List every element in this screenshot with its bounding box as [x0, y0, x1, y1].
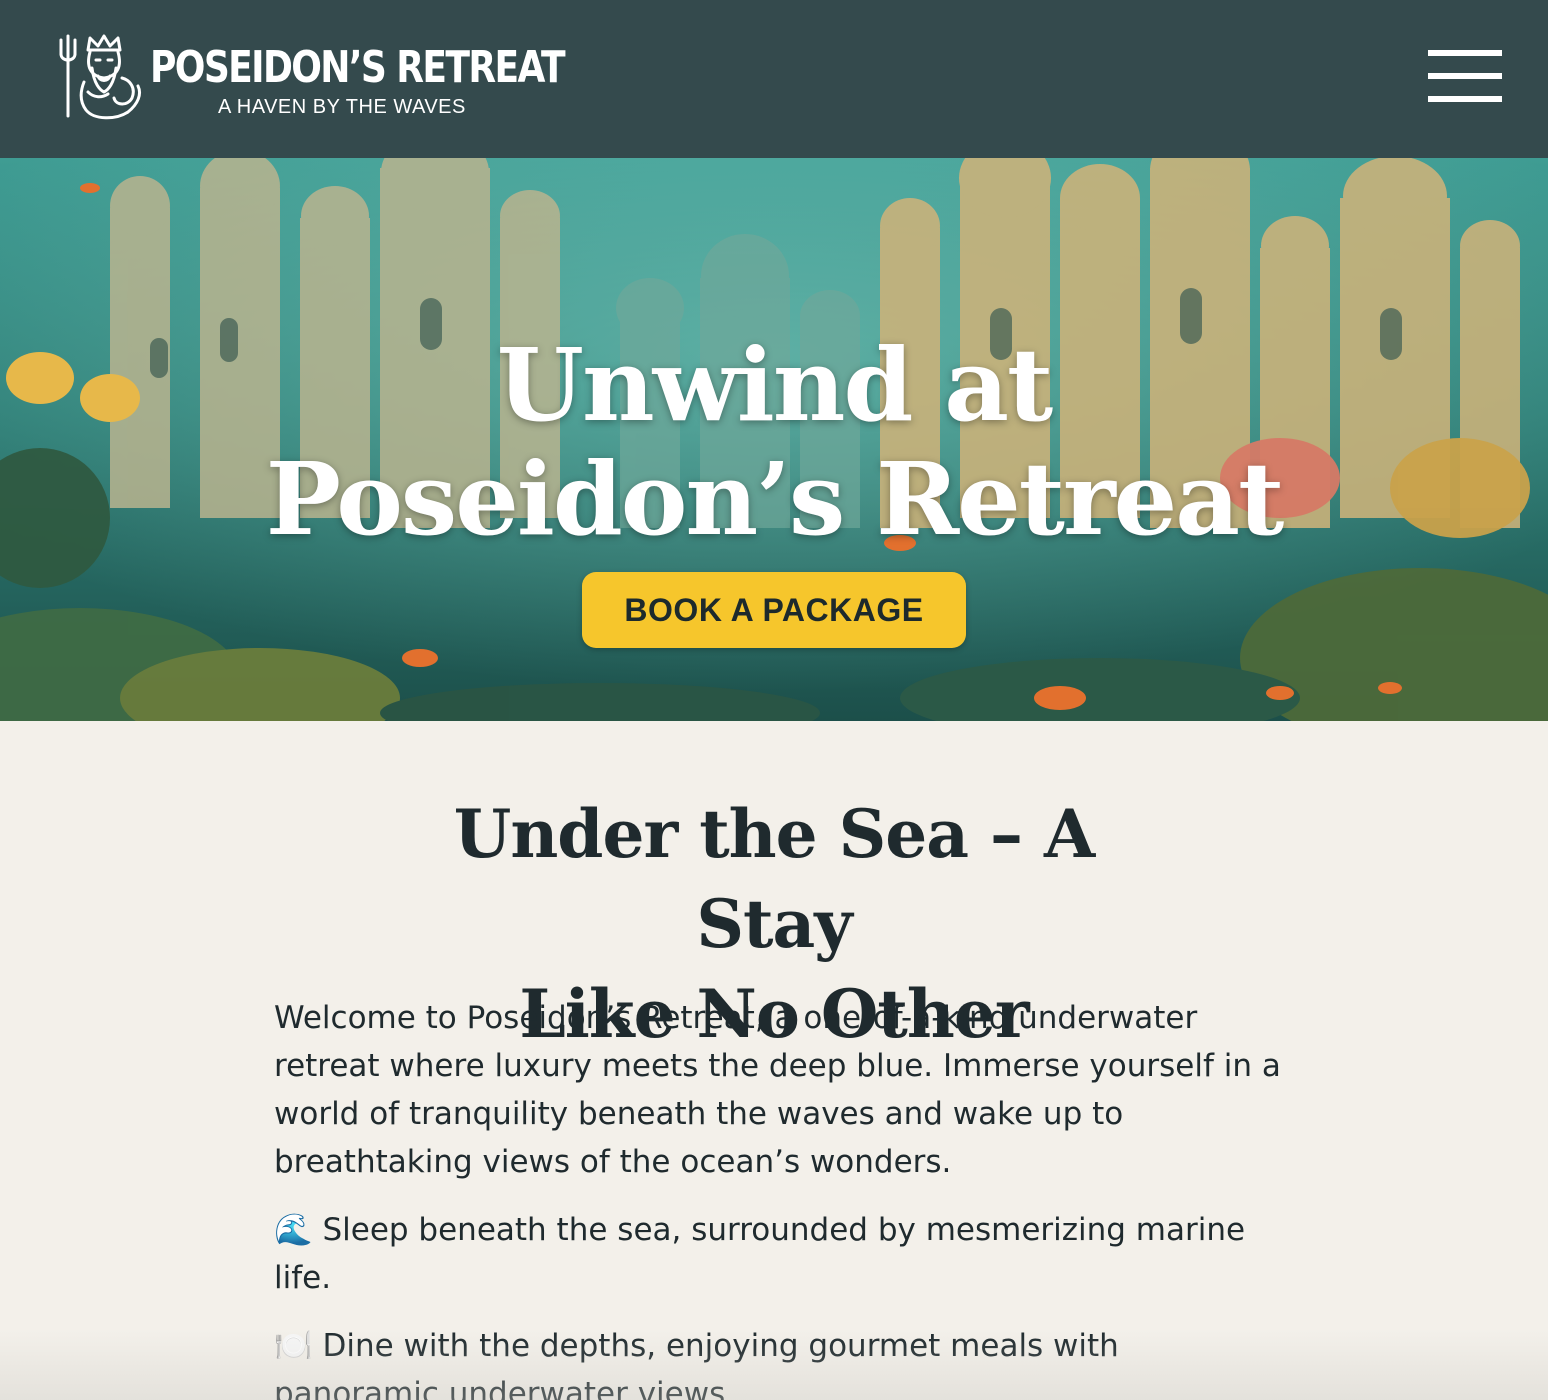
intro-paragraph: Welcome to Poseidon’s Retreat, a one-of-… — [274, 1000, 1281, 1180]
wave-icon: 🌊 — [274, 1212, 313, 1248]
section-title-line1: Under the Sea – A Stay — [453, 795, 1095, 963]
feature-item: 🌊 Sleep beneath the sea, surrounded by m… — [274, 1206, 1284, 1302]
feature-item: 🍽️ Dine with the depths, enjoying gourme… — [274, 1322, 1284, 1400]
menu-bar — [1428, 50, 1502, 56]
hamburger-menu-icon[interactable] — [1428, 50, 1502, 102]
feature-text: Dine with the depths, enjoying gourmet m… — [274, 1328, 1119, 1400]
poseidon-trident-logo-icon — [59, 34, 142, 120]
hero-banner: Unwind at Poseidon’s Retreat BOOK A PACK… — [0, 158, 1548, 721]
feature-text: Sleep beneath the sea, surrounded by mes… — [274, 1212, 1246, 1296]
hero-title-line2: Poseidon’s Retreat — [265, 440, 1285, 558]
menu-bar — [1428, 73, 1502, 79]
book-package-button[interactable]: BOOK A PACKAGE — [582, 572, 966, 648]
brand-tagline: A HAVEN BY THE WAVES — [218, 96, 466, 118]
brand-name: POSEIDON’S RETREAT — [150, 42, 566, 93]
hero-title: Unwind at Poseidon’s Retreat — [200, 328, 1348, 556]
menu-bar — [1428, 96, 1502, 102]
intro-section: Under the Sea – A Stay Like No Other Wel… — [0, 721, 1548, 1400]
plate-icon: 🍽️ — [274, 1328, 313, 1364]
hero-title-line1: Unwind at — [496, 326, 1053, 444]
brand-home-link[interactable]: POSEIDON’S RETREAT A HAVEN BY THE WAVES — [58, 30, 566, 122]
site-header: POSEIDON’S RETREAT A HAVEN BY THE WAVES — [0, 0, 1548, 158]
